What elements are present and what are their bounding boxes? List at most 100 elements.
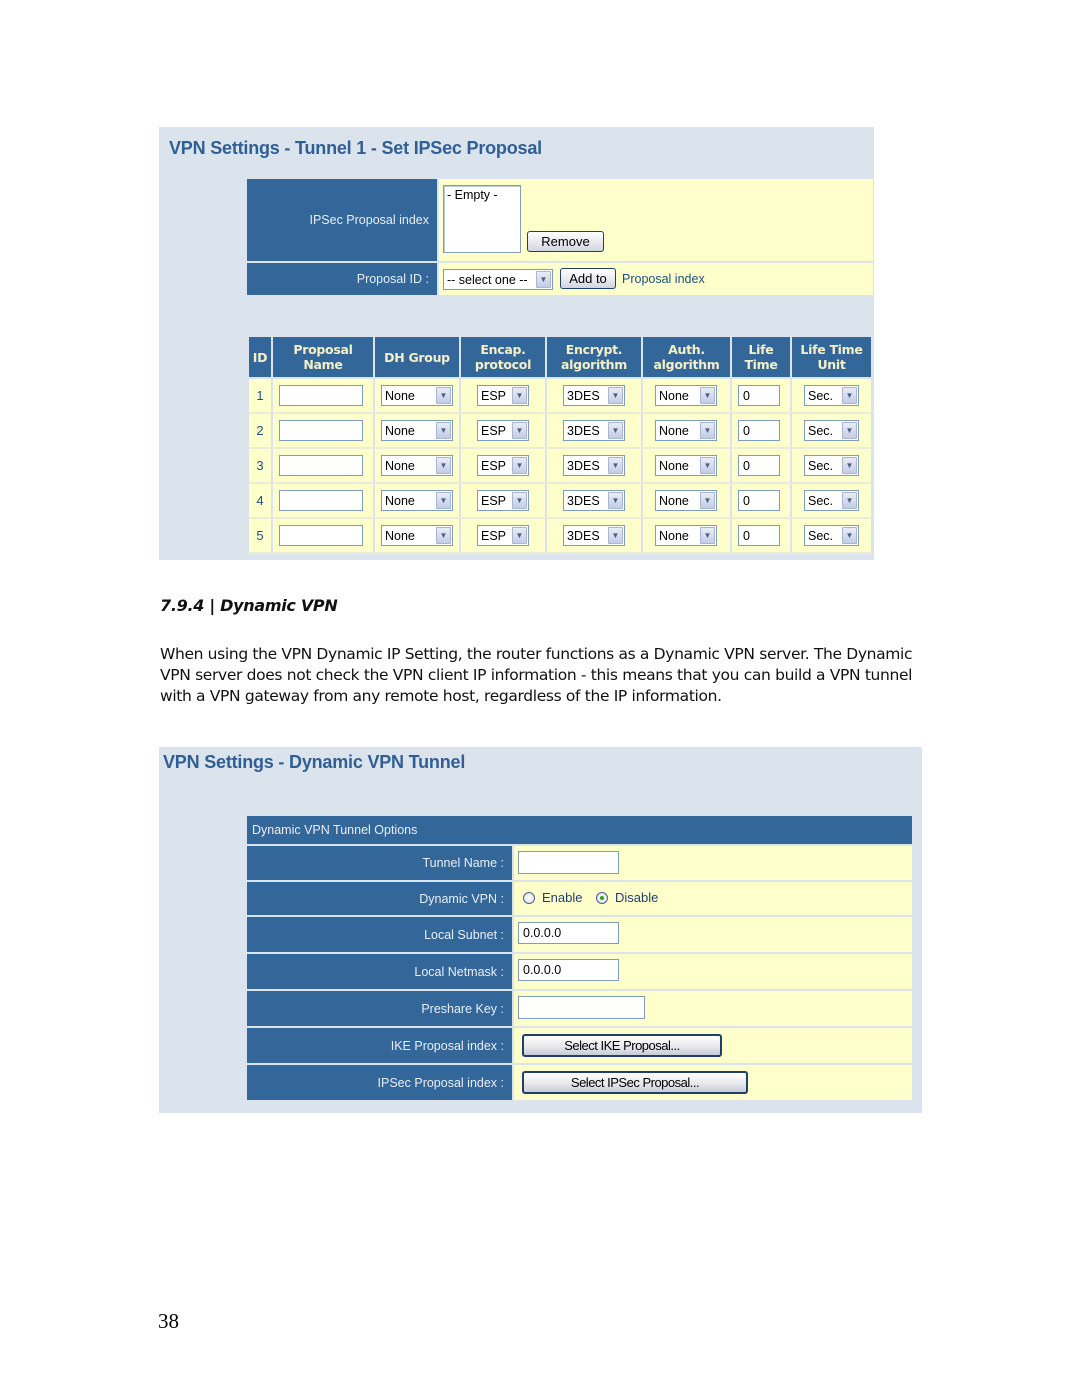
proposal-index-label: IPSec Proposal index [247, 179, 437, 261]
listbox-item[interactable]: - Empty - [447, 188, 517, 202]
life-time-unit-select[interactable]: Sec. ▼ [804, 385, 859, 406]
header-text: Encrypt. [565, 342, 623, 357]
dh-group-cell: None ▼ [373, 518, 461, 554]
life-time-input[interactable]: 0 [738, 455, 780, 476]
chevron-down-icon[interactable]: ▼ [536, 271, 551, 288]
chevron-down-icon[interactable]: ▼ [512, 457, 527, 474]
chevron-down-icon[interactable]: ▼ [512, 387, 527, 404]
select-ike-proposal-button[interactable]: Select IKE Proposal... [522, 1034, 722, 1057]
select-ipsec-proposal-button[interactable]: Select IPSec Proposal... [522, 1071, 748, 1094]
local-subnet-row: Local Subnet : 0.0.0.0 [247, 917, 912, 952]
tunnel-name-input[interactable] [518, 851, 619, 874]
chevron-down-icon[interactable]: ▼ [700, 527, 715, 544]
dh-group-select[interactable]: None ▼ [381, 525, 453, 546]
chevron-down-icon[interactable]: ▼ [512, 527, 527, 544]
select-value: ESP [481, 423, 507, 438]
proposal-name-input[interactable] [279, 385, 363, 406]
chevron-down-icon[interactable]: ▼ [842, 492, 857, 509]
chevron-down-icon[interactable]: ▼ [608, 492, 623, 509]
life-time-unit-select[interactable]: Sec. ▼ [804, 490, 859, 511]
preshare-key-row: Preshare Key : [247, 991, 912, 1026]
chevron-down-icon[interactable]: ▼ [842, 527, 857, 544]
life-time-input[interactable]: 0 [738, 490, 780, 511]
auth-cell: None ▼ [641, 518, 732, 554]
encap-select[interactable]: ESP ▼ [477, 420, 529, 441]
chevron-down-icon[interactable]: ▼ [608, 457, 623, 474]
enable-radio[interactable] [523, 892, 535, 904]
encap-select[interactable]: ESP ▼ [477, 525, 529, 546]
chevron-down-icon[interactable]: ▼ [512, 492, 527, 509]
proposal-name-input[interactable] [279, 490, 363, 511]
life-time-unit-cell: Sec. ▼ [790, 518, 873, 554]
local-netmask-input[interactable]: 0.0.0.0 [518, 959, 619, 981]
chevron-down-icon[interactable]: ▼ [436, 457, 451, 474]
encrypt-select[interactable]: 3DES ▼ [563, 525, 625, 546]
chevron-down-icon[interactable]: ▼ [700, 492, 715, 509]
disable-label[interactable]: Disable [615, 890, 658, 905]
add-to-button[interactable]: Add to [560, 268, 616, 289]
local-netmask-label: Local Netmask : [247, 954, 512, 989]
auth-select[interactable]: None ▼ [655, 490, 717, 511]
dh-group-select[interactable]: None ▼ [381, 455, 453, 476]
chevron-down-icon[interactable]: ▼ [700, 422, 715, 439]
chevron-down-icon[interactable]: ▼ [512, 422, 527, 439]
proposal-name-input[interactable] [279, 420, 363, 441]
encrypt-select[interactable]: 3DES ▼ [563, 455, 625, 476]
proposal-name-cell [271, 518, 375, 554]
life-time-unit-select[interactable]: Sec. ▼ [804, 525, 859, 546]
encrypt-cell: 3DES ▼ [545, 483, 643, 519]
proposal-name-input[interactable] [279, 525, 363, 546]
chevron-down-icon[interactable]: ▼ [700, 457, 715, 474]
local-subnet-input[interactable]: 0.0.0.0 [518, 922, 619, 944]
life-time-unit-select[interactable]: Sec. ▼ [804, 455, 859, 476]
chevron-down-icon[interactable]: ▼ [608, 422, 623, 439]
tunnel-name-label: Tunnel Name : [247, 846, 512, 880]
dh-group-select[interactable]: None ▼ [381, 420, 453, 441]
proposal-index-value: - Empty - Remove [439, 179, 873, 261]
chevron-down-icon[interactable]: ▼ [842, 387, 857, 404]
proposal-id-select[interactable]: -- select one -- ▼ [443, 269, 553, 290]
id-cell: 2 [247, 413, 273, 449]
select-value: -- select one -- [447, 272, 528, 287]
chevron-down-icon[interactable]: ▼ [842, 422, 857, 439]
local-subnet-label: Local Subnet : [247, 917, 512, 952]
encrypt-select[interactable]: 3DES ▼ [563, 420, 625, 441]
encrypt-select[interactable]: 3DES ▼ [563, 385, 625, 406]
encap-select[interactable]: ESP ▼ [477, 455, 529, 476]
life-time-input[interactable]: 0 [738, 525, 780, 546]
proposal-name-input[interactable] [279, 455, 363, 476]
enable-label[interactable]: Enable [542, 890, 582, 905]
select-value: None [385, 528, 415, 543]
encrypt-select[interactable]: 3DES ▼ [563, 490, 625, 511]
remove-button[interactable]: Remove [527, 231, 604, 252]
auth-select[interactable]: None ▼ [655, 525, 717, 546]
chevron-down-icon[interactable]: ▼ [700, 387, 715, 404]
select-value: 3DES [567, 528, 600, 543]
disable-radio[interactable] [596, 892, 608, 904]
chevron-down-icon[interactable]: ▼ [436, 527, 451, 544]
ipsec-proposal-label: IPSec Proposal index : [247, 1065, 512, 1100]
preshare-key-input[interactable] [518, 996, 645, 1019]
select-value: None [659, 423, 689, 438]
life-time-unit-select[interactable]: Sec. ▼ [804, 420, 859, 441]
chevron-down-icon[interactable]: ▼ [436, 492, 451, 509]
encap-select[interactable]: ESP ▼ [477, 385, 529, 406]
auth-select[interactable]: None ▼ [655, 420, 717, 441]
auth-select[interactable]: None ▼ [655, 385, 717, 406]
dh-group-select[interactable]: None ▼ [381, 490, 453, 511]
select-value: 3DES [567, 388, 600, 403]
chevron-down-icon[interactable]: ▼ [436, 422, 451, 439]
encap-select[interactable]: ESP ▼ [477, 490, 529, 511]
life-time-unit-cell: Sec. ▼ [790, 378, 873, 414]
life-time-input[interactable]: 0 [738, 385, 780, 406]
auth-select[interactable]: None ▼ [655, 455, 717, 476]
header-text: algorithm [653, 357, 720, 372]
chevron-down-icon[interactable]: ▼ [608, 527, 623, 544]
proposal-index-listbox[interactable]: - Empty - [443, 185, 521, 253]
chevron-down-icon[interactable]: ▼ [608, 387, 623, 404]
chevron-down-icon[interactable]: ▼ [842, 457, 857, 474]
chevron-down-icon[interactable]: ▼ [436, 387, 451, 404]
col-encap: Encap. protocol [459, 337, 547, 379]
life-time-input[interactable]: 0 [738, 420, 780, 441]
dh-group-select[interactable]: None ▼ [381, 385, 453, 406]
